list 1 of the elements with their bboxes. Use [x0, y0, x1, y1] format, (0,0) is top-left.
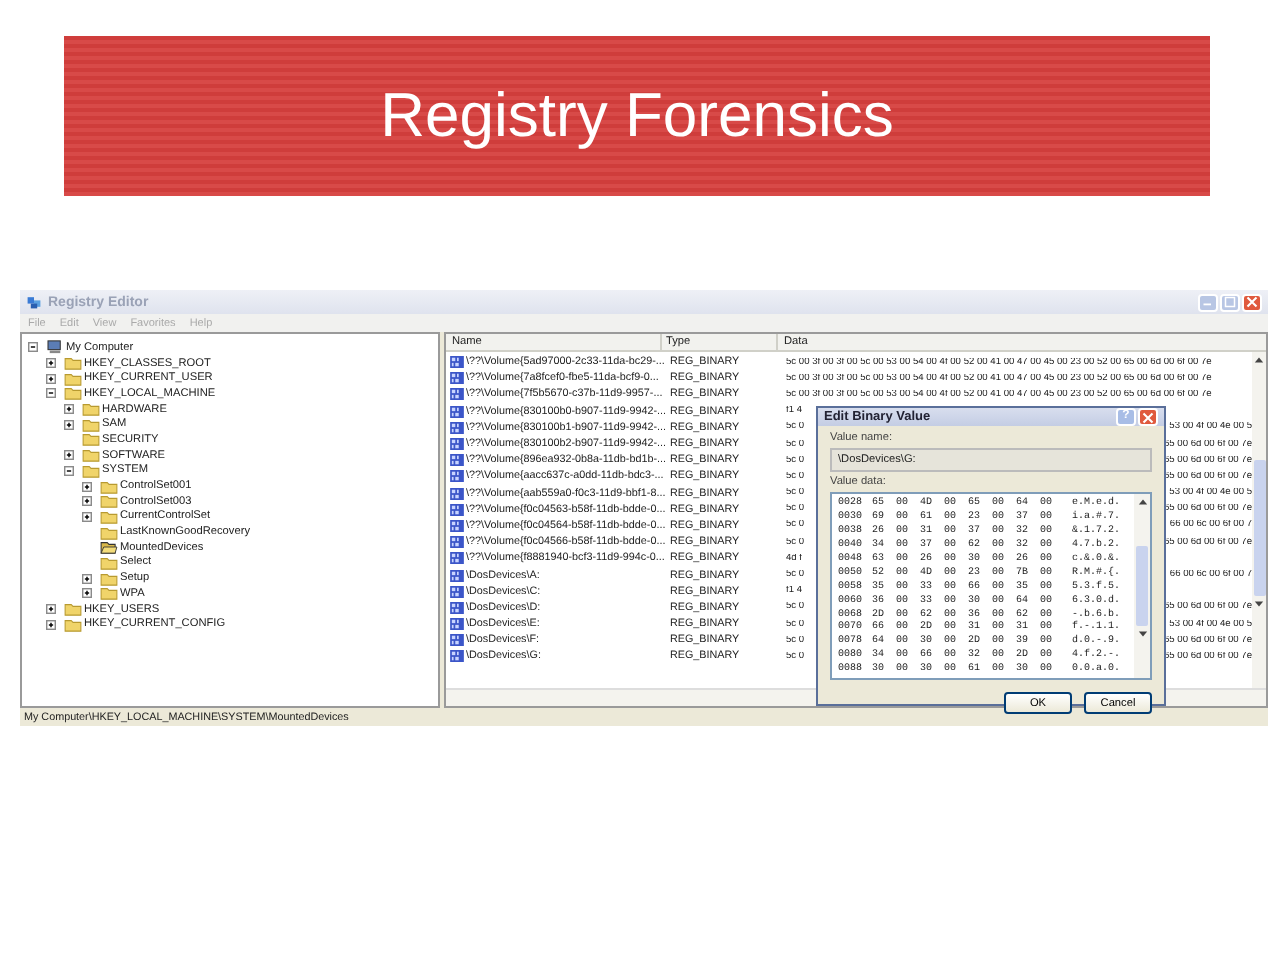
slide-title: Registry Forensics [380, 80, 894, 152]
